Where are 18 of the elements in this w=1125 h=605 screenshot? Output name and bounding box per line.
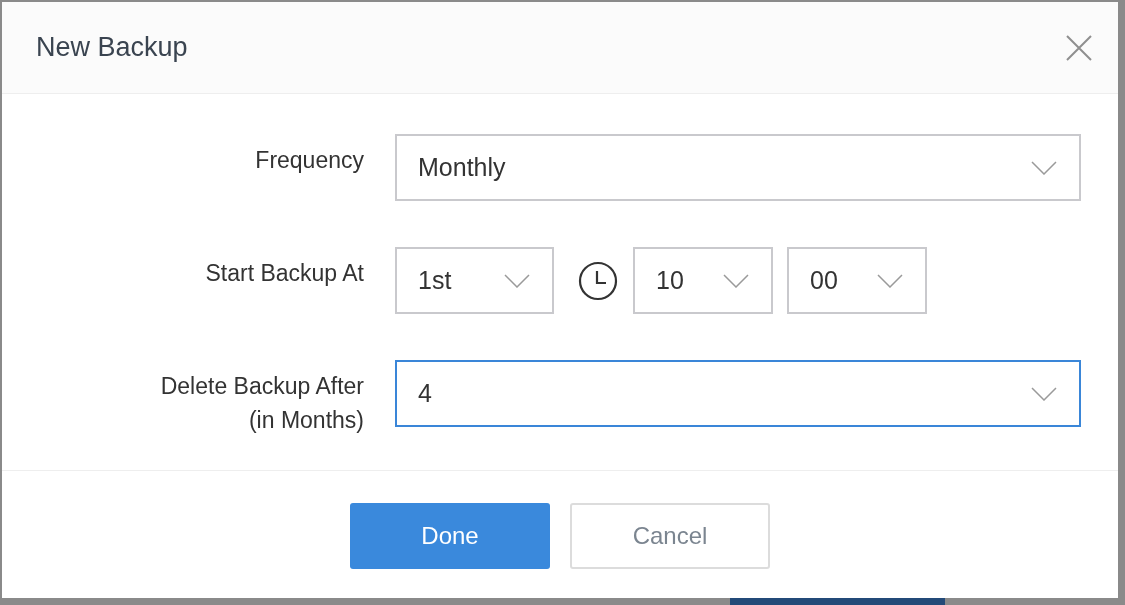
dropdown-select[interactable]: 00 [787,247,927,314]
dropdown-select[interactable]: 10 [633,247,773,314]
field-label: Delete Backup After (in Months) [159,372,364,435]
field-label: Start Backup At [204,259,364,288]
clock-icon [578,260,618,301]
chevron-down-icon [504,273,530,288]
chevron-down-icon [1031,386,1057,401]
dropdown-select[interactable]: 1st [395,247,554,314]
field-label: Frequency [254,146,364,175]
chevron-down-icon [723,273,749,288]
dialog-title: New Backup [36,31,188,65]
close-icon[interactable] [1066,34,1092,61]
dropdown-select[interactable]: 4 [395,360,1081,427]
chevron-down-icon [877,273,903,288]
dropdown-select[interactable]: Monthly [395,134,1081,201]
done-button[interactable]: Done [350,503,550,569]
chevron-down-icon [1031,160,1057,175]
cancel-button[interactable]: Cancel [570,503,770,569]
